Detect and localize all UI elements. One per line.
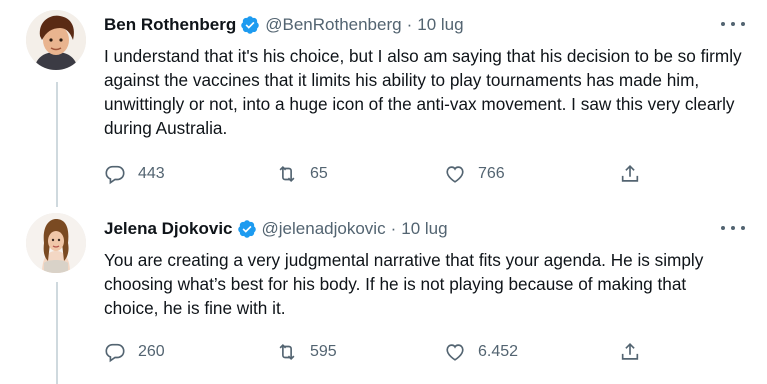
separator-dot: · [390,219,397,238]
tweet-text: You are creating a very judgmental narra… [104,250,704,318]
retweet-count: 595 [310,343,337,360]
retweet-button[interactable]: 65 [276,161,328,187]
retweet-count: 65 [310,165,328,182]
tweet-actions: 443 65 766 [104,161,664,187]
reply-icon [105,343,125,363]
retweet-icon [279,165,295,183]
reply-count: 260 [138,343,165,360]
reply-icon [105,165,125,185]
share-button[interactable] [619,339,641,365]
heart-icon [446,166,464,183]
verified-badge-icon [237,219,257,239]
author-handle[interactable]: @BenRothenberg [265,15,401,35]
separator-dot: · [406,15,413,34]
like-button[interactable]: 6.452 [444,339,518,365]
more-icon[interactable] [721,220,745,236]
retweet-icon [279,343,295,361]
share-icon [621,165,639,182]
like-count: 766 [478,165,505,182]
reply-button[interactable]: 443 [104,161,165,187]
share-button[interactable] [619,161,641,187]
reply-count: 443 [138,165,165,182]
author-name[interactable]: Ben Rothenberg [104,15,236,35]
tweet-date[interactable]: 10 lug [417,15,463,35]
author-handle[interactable]: @jelenadjokovic [262,219,386,239]
tweet-date[interactable]: 10 lug [401,219,447,239]
like-button[interactable]: 766 [444,161,505,187]
like-count: 6.452 [478,343,519,360]
tweet-header: Ben Rothenberg @BenRothenberg · 10 lug [104,12,464,38]
retweet-button[interactable]: 595 [276,339,337,365]
tweet-actions: 260 595 6.452 [104,339,664,365]
avatar[interactable] [26,213,86,273]
tweet[interactable]: Jelena Djokovic @jelenadjokovic · 10 lug… [0,200,767,384]
tweet-header: Jelena Djokovic @jelenadjokovic · 10 lug [104,216,448,242]
reply-button[interactable]: 260 [104,339,165,365]
avatar[interactable] [26,10,86,70]
verified-badge-icon [240,15,260,35]
share-icon [621,343,639,360]
author-name[interactable]: Jelena Djokovic [104,219,233,239]
tweet-text: I understand that it's his choice, but I… [104,46,742,138]
more-icon[interactable] [721,16,745,32]
heart-icon [446,344,464,361]
tweet[interactable]: Ben Rothenberg @BenRothenberg · 10 lug I… [0,0,767,200]
